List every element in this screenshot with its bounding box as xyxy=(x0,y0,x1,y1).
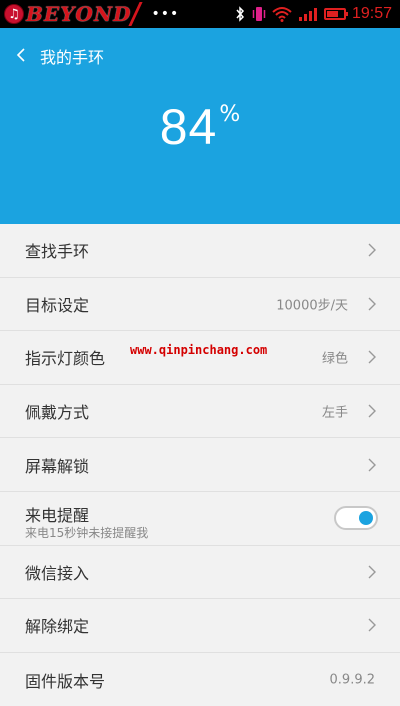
clock: 19:57 xyxy=(351,5,392,22)
page-title: 我的手环 xyxy=(40,48,105,67)
row-sublabel: 来电15秒钟未接提醒我 xyxy=(25,525,149,540)
chevron-right-icon xyxy=(368,618,376,632)
status-bar: ♫ BEYOND ••• 19:57 xyxy=(0,0,400,28)
call-reminder-toggle[interactable] xyxy=(334,506,378,531)
row-firmware-version: 固件版本号 0.9.9.2 xyxy=(0,653,400,706)
vibrate-icon xyxy=(252,6,266,22)
settings-list: 查找手环 目标设定 10000步/天 指示灯颜色 绿色 佩戴方式 左手 屏幕解锁… xyxy=(0,224,400,706)
row-label: 解除绑定 xyxy=(25,617,90,637)
toggle-knob xyxy=(359,511,373,526)
bluetooth-icon xyxy=(234,5,246,23)
row-wear-mode[interactable]: 佩戴方式 左手 xyxy=(0,385,400,439)
row-call-reminder: 来电提醒 来电15秒钟未接提醒我 xyxy=(0,492,400,546)
music-note-icon: ♫ xyxy=(4,4,24,24)
chevron-right-icon xyxy=(368,565,376,579)
firmware-version-value: 0.9.9.2 xyxy=(329,672,375,688)
brand-logo: ♫ BEYOND xyxy=(0,0,144,28)
back-button[interactable] xyxy=(10,42,32,68)
chevron-right-icon xyxy=(368,243,376,257)
battery-percentage: 84% xyxy=(0,98,400,156)
row-value: 左手 xyxy=(321,405,348,421)
signal-icon xyxy=(298,6,318,22)
row-label: 固件版本号 xyxy=(25,671,106,691)
wifi-icon xyxy=(272,6,292,22)
header: 我的手环 84% xyxy=(0,28,400,224)
more-notifications-icon: ••• xyxy=(151,6,180,22)
battery-icon xyxy=(323,8,348,20)
row-indicator-color[interactable]: 指示灯颜色 绿色 xyxy=(0,331,400,385)
row-screen-unlock[interactable]: 屏幕解锁 xyxy=(0,438,400,492)
brand-text: BEYOND xyxy=(26,2,132,26)
row-find-band[interactable]: 查找手环 xyxy=(0,224,400,278)
row-unbind[interactable]: 解除绑定 xyxy=(0,599,400,653)
row-wechat-access[interactable]: 微信接入 xyxy=(0,546,400,600)
chevron-right-icon xyxy=(368,297,376,311)
row-label: 来电提醒 xyxy=(25,505,90,525)
row-label: 佩戴方式 xyxy=(25,403,90,423)
battery-value: 84 xyxy=(159,99,218,155)
row-label: 指示灯颜色 xyxy=(25,349,106,369)
row-goal-setting[interactable]: 目标设定 10000步/天 xyxy=(0,278,400,332)
battery-unit: % xyxy=(219,102,241,127)
chevron-left-icon xyxy=(16,48,25,62)
row-label: 查找手环 xyxy=(25,242,90,262)
row-label: 屏幕解锁 xyxy=(25,456,90,476)
row-value: 10000步/天 xyxy=(276,298,348,314)
watermark: www.qinpinchang.com xyxy=(130,343,268,357)
row-value: 绿色 xyxy=(321,351,348,367)
chevron-right-icon xyxy=(368,458,376,472)
row-label: 微信接入 xyxy=(25,563,90,583)
row-label: 目标设定 xyxy=(25,295,90,315)
chevron-right-icon xyxy=(368,404,376,418)
chevron-right-icon xyxy=(368,350,376,364)
